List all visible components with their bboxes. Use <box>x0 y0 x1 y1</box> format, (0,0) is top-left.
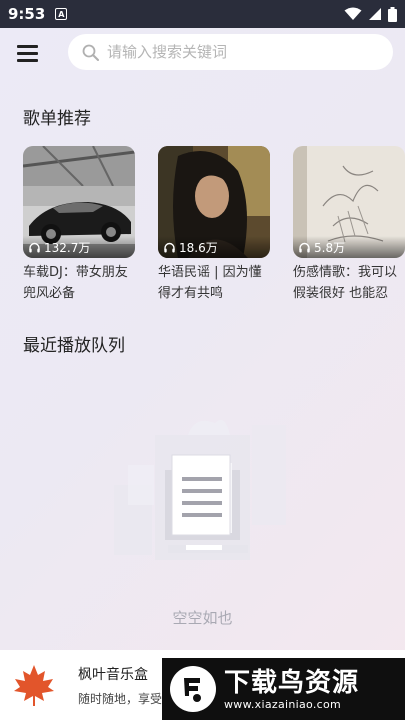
playlist-card[interactable]: 5.8万 伤感情歌：我可以假装很好 也能忍 <box>293 146 405 304</box>
section-title-recommend: 歌单推荐 <box>23 109 91 129</box>
headphones-icon <box>29 242 40 253</box>
playlist-cover: 5.8万 <box>293 146 405 258</box>
playlist-cover: 132.7万 <box>23 146 135 258</box>
headphones-icon <box>299 242 310 253</box>
play-count: 132.7万 <box>23 236 135 258</box>
menu-icon[interactable] <box>17 45 39 63</box>
playlist-name: 车载DJ：带女朋友兜风必备 <box>23 265 128 301</box>
playlist-carousel[interactable]: 132.7万 车载DJ：带女朋友兜风必备 18.6万 华语民谣 | 因为懂得才有… <box>23 146 405 306</box>
maple-leaf-icon <box>14 665 54 706</box>
empty-document-icon <box>114 419 286 560</box>
empty-state-illustration <box>100 395 300 575</box>
status-time: 9:53 <box>8 5 46 23</box>
playlist-card[interactable]: 18.6万 华语民谣 | 因为懂得才有共鸣 <box>158 146 270 304</box>
banner-subtitle: 随时随地，享受 <box>78 691 163 706</box>
watermark-logo-icon <box>170 666 216 712</box>
notification-app-icon: A <box>55 8 68 20</box>
status-right-icons <box>344 6 397 22</box>
playlist-name: 华语民谣 | 因为懂得才有共鸣 <box>158 265 262 301</box>
playlist-cover: 18.6万 <box>158 146 270 258</box>
play-count-value: 132.7万 <box>44 240 91 255</box>
banner-text: 枫叶音乐盒 随时随地，享受 <box>78 664 168 707</box>
search-bar[interactable] <box>68 34 393 70</box>
play-count-value: 18.6万 <box>179 240 218 255</box>
signal-icon <box>369 8 381 20</box>
playlist-card[interactable]: 132.7万 车载DJ：带女朋友兜风必备 <box>23 146 135 304</box>
watermark-title: 下载鸟资源 <box>224 667 360 698</box>
play-count: 18.6万 <box>158 236 270 258</box>
search-input[interactable] <box>107 43 367 61</box>
search-icon <box>82 44 99 61</box>
wifi-icon <box>344 7 362 20</box>
watermark-url: www.xiazainiao.com <box>224 697 342 711</box>
banner-title: 枫叶音乐盒 <box>78 666 148 683</box>
status-bar: 9:53 A <box>0 0 405 28</box>
battery-icon <box>388 6 397 22</box>
watermark-text: 下载鸟资源 www.xiazainiao.com <box>224 668 359 711</box>
play-count-value: 5.8万 <box>314 240 346 255</box>
headphones-icon <box>164 242 175 253</box>
section-title-recent: 最近播放队列 <box>23 336 125 356</box>
watermark: 下载鸟资源 www.xiazainiao.com <box>162 658 405 720</box>
top-bar <box>0 32 405 74</box>
empty-state-text: 空空如也 <box>172 609 233 627</box>
playlist-name: 伤感情歌：我可以假装很好 也能忍 <box>293 265 398 301</box>
play-count: 5.8万 <box>293 236 405 258</box>
